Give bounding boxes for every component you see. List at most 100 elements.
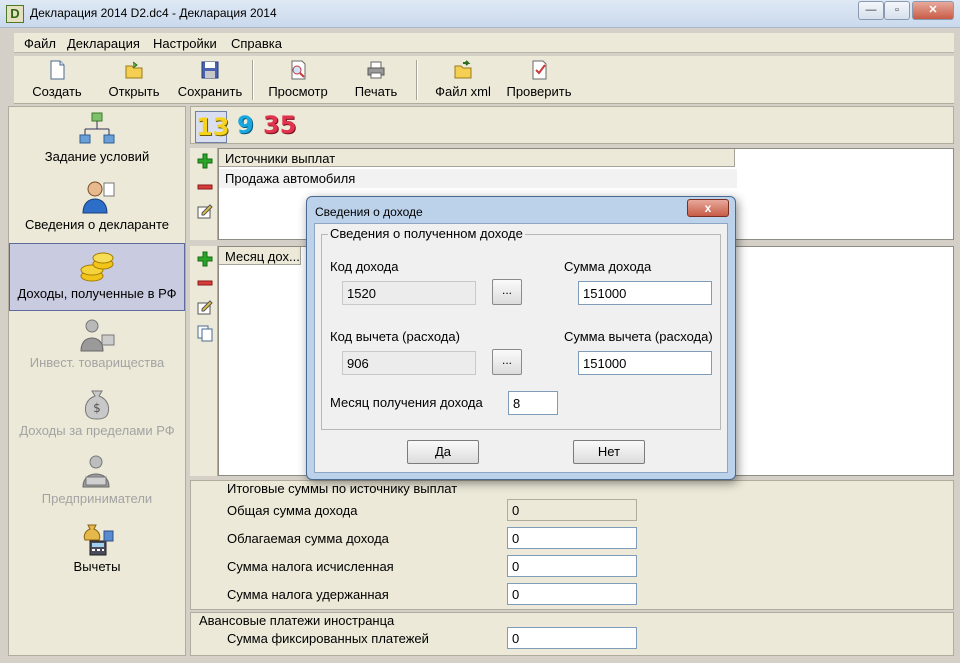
app-logo-icon: D: [6, 5, 24, 23]
copy-income-icon[interactable]: [196, 324, 214, 342]
dialog-body: Сведения о полученном доходе Код дохода …: [314, 223, 728, 473]
menu-file[interactable]: Файл: [24, 36, 56, 51]
total-income-field: 0: [507, 499, 637, 521]
add-income-icon[interactable]: [196, 250, 214, 268]
open-label: Открыть: [108, 84, 160, 99]
rate-9-button[interactable]: 9: [237, 111, 254, 139]
xml-export-icon: [454, 60, 472, 79]
sidebar-item-foreign-income[interactable]: $ Доходы за пределами РФ: [9, 381, 185, 449]
deduction-code-browse-button[interactable]: ...: [492, 349, 522, 375]
toolbar: Создать Открыть Сохранить Просмотр Печат…: [14, 56, 954, 104]
rate-13-button[interactable]: 13: [195, 111, 229, 143]
income-actions: [190, 246, 218, 476]
window-title: Декларация 2014 D2.dc4 - Декларация 2014: [30, 6, 277, 20]
sidebar-item-deductions[interactable]: Вычеты: [9, 517, 185, 585]
tax-withheld-field[interactable]: 0: [507, 583, 637, 605]
sidebar-item-investment[interactable]: Инвест. товарищества: [9, 313, 185, 381]
yes-button[interactable]: Да: [407, 440, 479, 464]
menu-help[interactable]: Справка: [231, 36, 282, 51]
totals-title: Итоговые суммы по источнику выплат: [225, 481, 460, 496]
sidebar-item-label: Доходы за пределами РФ: [19, 423, 175, 438]
advance-payments-panel: Авансовые платежи иностранца Сумма фикси…: [190, 612, 954, 656]
check-button[interactable]: Проверить: [504, 60, 574, 102]
close-button[interactable]: ✕: [912, 1, 954, 20]
checklist-icon: [532, 60, 547, 80]
dialog-title: Сведения о доходе: [315, 205, 423, 219]
xml-file-label: Файл xml: [435, 84, 491, 99]
floppy-disk-icon: [201, 61, 219, 79]
print-button[interactable]: Печать: [348, 60, 404, 102]
month-column-header[interactable]: Месяц дох...: [219, 247, 301, 265]
maximize-button[interactable]: ▫: [884, 1, 910, 20]
income-code-label: Код дохода: [330, 259, 399, 274]
minimize-button[interactable]: —: [858, 1, 884, 20]
deduction-amount-input[interactable]: 151000: [578, 351, 712, 375]
add-source-icon[interactable]: [196, 152, 214, 170]
tax-rate-bar: 13 9 35: [190, 106, 954, 144]
person-icon: [82, 181, 115, 214]
sidebar-item-conditions[interactable]: Задание условий: [9, 107, 185, 175]
edit-income-icon[interactable]: [196, 298, 214, 316]
save-button[interactable]: Сохранить: [174, 60, 246, 102]
advance-title: Авансовые платежи иностранца: [197, 613, 397, 628]
investment-icon: [80, 319, 115, 352]
xml-file-button[interactable]: Файл xml: [428, 60, 498, 102]
income-amount-input[interactable]: 151000: [578, 281, 712, 305]
create-button[interactable]: Создать: [28, 60, 86, 102]
title-bar: D Декларация 2014 D2.dc4 - Декларация 20…: [0, 0, 960, 28]
menu-settings[interactable]: Настройки: [153, 36, 217, 51]
income-amount-label: Сумма дохода: [564, 259, 652, 274]
tax-withheld-label: Сумма налога удержанная: [227, 587, 389, 602]
preview-icon: [291, 60, 306, 80]
group-title: Сведения о полученном доходе: [328, 226, 525, 241]
conditions-icon: [79, 112, 115, 144]
toolbar-separator: [416, 60, 418, 100]
income-code-field: 1520: [342, 281, 476, 305]
sidebar-item-label: Сведения о декларанте: [25, 217, 169, 232]
save-label: Сохранить: [177, 84, 243, 99]
printer-icon: [367, 61, 385, 79]
menu-declaration[interactable]: Декларация: [67, 36, 140, 51]
coins-icon: [80, 252, 114, 282]
income-month-label: Месяц получения дохода: [330, 395, 483, 410]
money-bag-icon: $: [84, 390, 110, 420]
print-label: Печать: [354, 84, 398, 99]
preview-button[interactable]: Просмотр: [264, 60, 332, 102]
sidebar-item-label: Вычеты: [73, 559, 121, 574]
income-info-group: Сведения о полученном доходе Код дохода …: [321, 226, 721, 430]
rate-35-button[interactable]: 35: [263, 111, 296, 139]
total-income-label: Общая сумма дохода: [227, 503, 358, 518]
remove-source-icon[interactable]: [196, 178, 214, 196]
sidebar-item-entrepreneurs[interactable]: Предприниматели: [9, 449, 185, 517]
income-month-input[interactable]: 8: [508, 391, 558, 415]
taxable-income-label: Облагаемая сумма дохода: [227, 531, 389, 546]
menu-bar: Файл Декларация Настройки Справка: [14, 33, 954, 53]
deduction-amount-label: Сумма вычета (расхода): [564, 329, 713, 344]
income-dialog: Сведения о доходе x Сведения о полученно…: [306, 196, 736, 480]
deductions-icon: [83, 524, 114, 556]
totals-panel: Итоговые суммы по источнику выплат Общая…: [190, 480, 954, 610]
no-button[interactable]: Нет: [573, 440, 645, 464]
tax-calculated-label: Сумма налога исчисленная: [227, 559, 394, 574]
sidebar-item-declarant[interactable]: Сведения о декларанте: [9, 175, 185, 243]
check-label: Проверить: [506, 84, 572, 99]
tax-calculated-field[interactable]: 0: [507, 555, 637, 577]
svg-text:$: $: [93, 401, 101, 415]
create-label: Создать: [32, 84, 82, 99]
sources-column-header[interactable]: Источники выплат: [219, 149, 735, 167]
new-document-icon: [50, 60, 65, 80]
sidebar-item-label: Предприниматели: [41, 491, 153, 506]
sidebar-item-income-rf[interactable]: Доходы, полученные в РФ: [9, 243, 185, 311]
sidebar-item-label: Инвест. товарищества: [29, 355, 165, 370]
income-code-browse-button[interactable]: ...: [492, 279, 522, 305]
preview-label: Просмотр: [268, 84, 328, 99]
dialog-close-button[interactable]: x: [687, 199, 729, 217]
open-button[interactable]: Открыть: [102, 60, 166, 102]
remove-income-icon[interactable]: [196, 274, 214, 292]
fixed-payments-field[interactable]: 0: [507, 627, 637, 649]
table-row[interactable]: Продажа автомобиля: [219, 169, 737, 188]
taxable-income-field[interactable]: 0: [507, 527, 637, 549]
sidebar-item-label: Задание условий: [44, 149, 150, 164]
entrepreneur-icon: [82, 455, 110, 488]
edit-source-icon[interactable]: [196, 202, 214, 220]
